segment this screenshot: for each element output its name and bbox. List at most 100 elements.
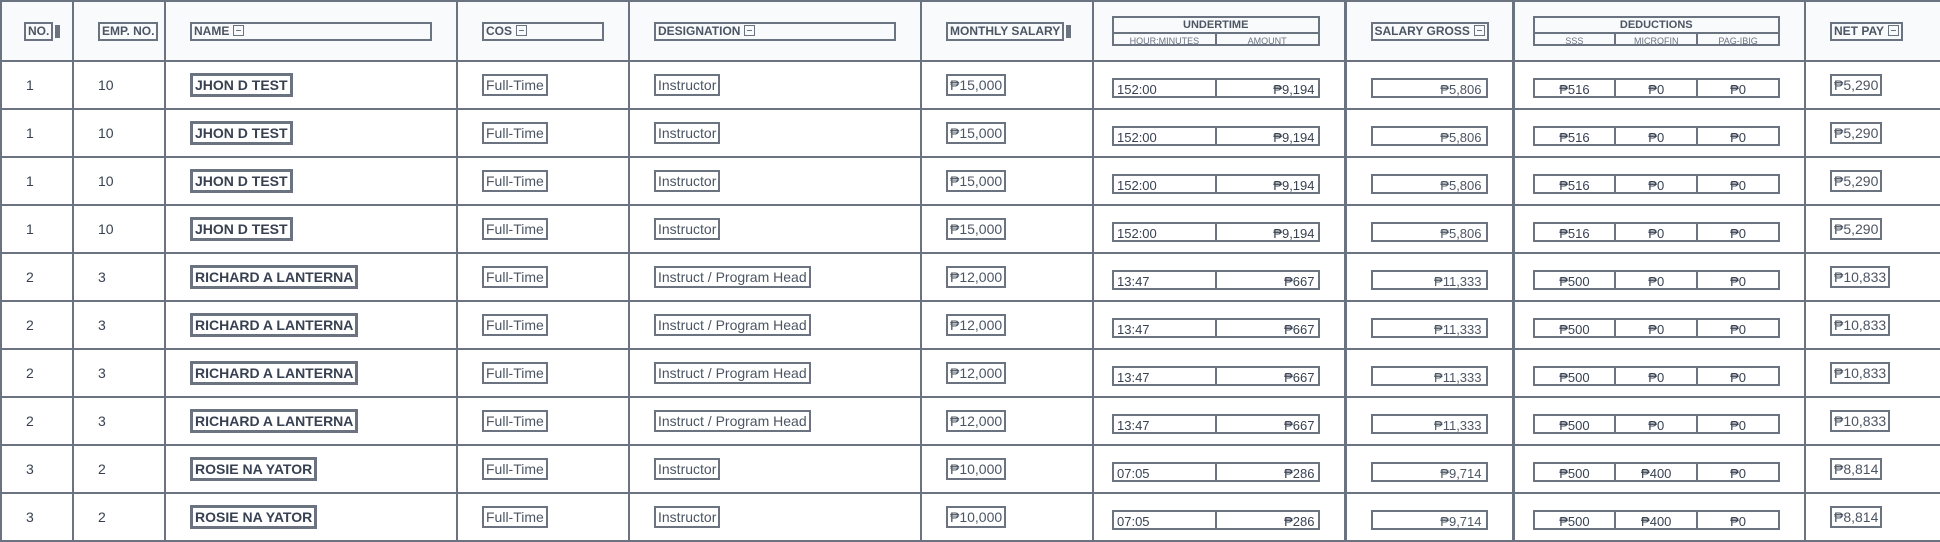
employee-name[interactable]: ROSIE NA YATOR [190,457,318,481]
col-designation-header[interactable]: DESIGNATION [628,0,922,62]
sort-icon[interactable] [1888,24,1900,36]
col-no-header[interactable]: NO. [0,0,74,62]
cell-no-text: 3 [26,461,34,477]
deduction-pagibig: ₱0 [1730,226,1747,241]
cell-undertime: 07:05 ₱286 [1092,492,1346,542]
cell-deductions: ₱516 ₱0 ₱0 [1512,60,1806,110]
table-row[interactable]: 1 10 JHON D TEST Full-Time Instructor ₱1… [0,204,1940,254]
cell-undertime: 152:00 ₱9,194 [1092,108,1346,158]
employee-name[interactable]: JHON D TEST [190,121,293,145]
resize-handle-icon[interactable] [55,24,61,38]
employee-name[interactable]: ROSIE NA YATOR [190,505,318,529]
undertime-values: 152:00 ₱9,194 [1112,174,1320,194]
employee-name[interactable]: JHON D TEST [190,217,293,241]
deductions-values: ₱500 ₱400 ₱0 [1532,510,1780,530]
employment-status: Full-Time [482,314,548,336]
cell-no: 1 [0,108,74,158]
table-row[interactable]: 3 2 ROSIE NA YATOR Full-Time Instructor … [0,444,1940,494]
col-empno-header[interactable]: EMP. NO. [72,0,166,62]
table-row[interactable]: 2 3 RICHARD A LANTERNA Full-Time Instruc… [0,396,1940,446]
cell-salary-gross: ₱5,806 [1343,108,1515,158]
cell-net-pay: ₱5,290 [1804,156,1940,206]
deduction-pagibig: ₱0 [1730,370,1747,385]
undertime-time: 13:47 [1114,416,1217,432]
undertime-values: 07:05 ₱286 [1112,462,1320,482]
deduction-microfin: ₱400 [1616,512,1699,528]
cell-monthly-salary: ₱10,000 [920,444,1094,494]
cell-cos: Full-Time [456,444,630,494]
table-row[interactable]: 2 3 RICHARD A LANTERNA Full-Time Instruc… [0,252,1940,302]
undertime-time: 152:00 [1114,128,1217,144]
sort-icon[interactable] [233,24,245,36]
monthly-salary-value: ₱12,000 [946,410,1007,432]
deduction-pagibig: ₱0 [1730,178,1747,193]
col-salary-gross-header[interactable]: SALARY GROSS [1343,0,1515,62]
cell-emp-no-text: 10 [98,221,114,237]
undertime-time: 07:05 [1114,464,1217,480]
table-row[interactable]: 1 10 JHON D TEST Full-Time Instructor ₱1… [0,108,1940,158]
monthly-salary-value: ₱12,000 [946,314,1007,336]
resize-handle-icon[interactable] [1066,24,1072,38]
cell-deductions: ₱516 ₱0 ₱0 [1512,108,1806,158]
cell-emp-no: 3 [72,348,166,398]
table-row[interactable]: 3 2 ROSIE NA YATOR Full-Time Instructor … [0,492,1940,542]
table-row[interactable]: 1 10 JHON D TEST Full-Time Instructor ₱1… [0,156,1940,206]
cell-no: 2 [0,348,74,398]
cell-name: ROSIE NA YATOR [164,492,458,542]
col-name-header[interactable]: NAME [164,0,458,62]
sort-icon[interactable] [516,24,528,36]
cell-salary-gross: ₱11,333 [1343,300,1515,350]
undertime-time: 152:00 [1114,224,1217,240]
designation-text: Instruct / Program Head [654,314,811,336]
cell-monthly-salary: ₱12,000 [920,348,1094,398]
col-undertime-header[interactable]: UNDERTIME HOUR:MINUTES AMOUNT [1092,0,1346,62]
table-row[interactable]: 2 3 RICHARD A LANTERNA Full-Time Instruc… [0,300,1940,350]
employee-name[interactable]: RICHARD A LANTERNA [190,409,359,433]
net-pay-value: ₱5,290 [1830,74,1883,96]
employee-name[interactable]: RICHARD A LANTERNA [190,361,359,385]
salary-gross-value: ₱5,806 [1370,78,1488,98]
cell-designation: Instructor [628,204,922,254]
cell-no-text: 1 [26,221,34,237]
employment-status: Full-Time [482,362,548,384]
deductions-label: DEDUCTIONS [1534,18,1778,34]
cell-net-pay: ₱5,290 [1804,60,1940,110]
designation-text: Instruct / Program Head [654,266,811,288]
cell-deductions: ₱500 ₱0 ₱0 [1512,252,1806,302]
salary-gross-value: ₱9,714 [1370,510,1488,530]
deductions-values: ₱500 ₱0 ₱0 [1532,270,1780,290]
undertime-time: 13:47 [1114,368,1217,384]
sort-icon[interactable] [744,24,756,36]
cell-net-pay: ₱8,814 [1804,444,1940,494]
cell-emp-no: 10 [72,204,166,254]
col-cos-header[interactable]: COS [456,0,630,62]
employee-name[interactable]: JHON D TEST [190,169,293,193]
salary-gross-value: ₱5,806 [1370,174,1488,194]
employee-name[interactable]: RICHARD A LANTERNA [190,313,359,337]
table-row[interactable]: 1 10 JHON D TEST Full-Time Instructor ₱1… [0,60,1940,110]
deduction-sss: ₱500 [1535,464,1617,480]
employee-name[interactable]: RICHARD A LANTERNA [190,265,359,289]
col-monthly-salary-header[interactable]: MONTHLY SALARY [920,0,1094,62]
cell-no: 2 [0,396,74,446]
undertime-values: 13:47 ₱667 [1112,270,1320,290]
cell-emp-no-text: 10 [98,77,114,93]
undertime-amount: ₱9,194 [1273,226,1315,241]
undertime-values: 07:05 ₱286 [1112,510,1320,530]
cell-no-text: 2 [26,269,34,285]
col-empno-label: EMP. NO. [98,21,159,41]
designation-text: Instruct / Program Head [654,362,811,384]
cell-cos: Full-Time [456,396,630,446]
monthly-salary-value: ₱15,000 [946,170,1007,192]
table-row[interactable]: 2 3 RICHARD A LANTERNA Full-Time Instruc… [0,348,1940,398]
employee-name[interactable]: JHON D TEST [190,73,293,97]
sort-icon[interactable] [1473,24,1485,36]
col-net-pay-header[interactable]: NET PAY [1804,0,1940,62]
cell-salary-gross: ₱11,333 [1343,396,1515,446]
deduction-pagibig: ₱0 [1730,514,1747,529]
col-deductions-header[interactable]: DEDUCTIONS SSS MICROFIN PAG-IBIG [1512,0,1806,62]
cell-monthly-salary: ₱15,000 [920,204,1094,254]
cell-net-pay: ₱10,833 [1804,300,1940,350]
salary-gross-value: ₱11,333 [1370,270,1488,290]
undertime-amount: ₱9,194 [1273,82,1315,97]
